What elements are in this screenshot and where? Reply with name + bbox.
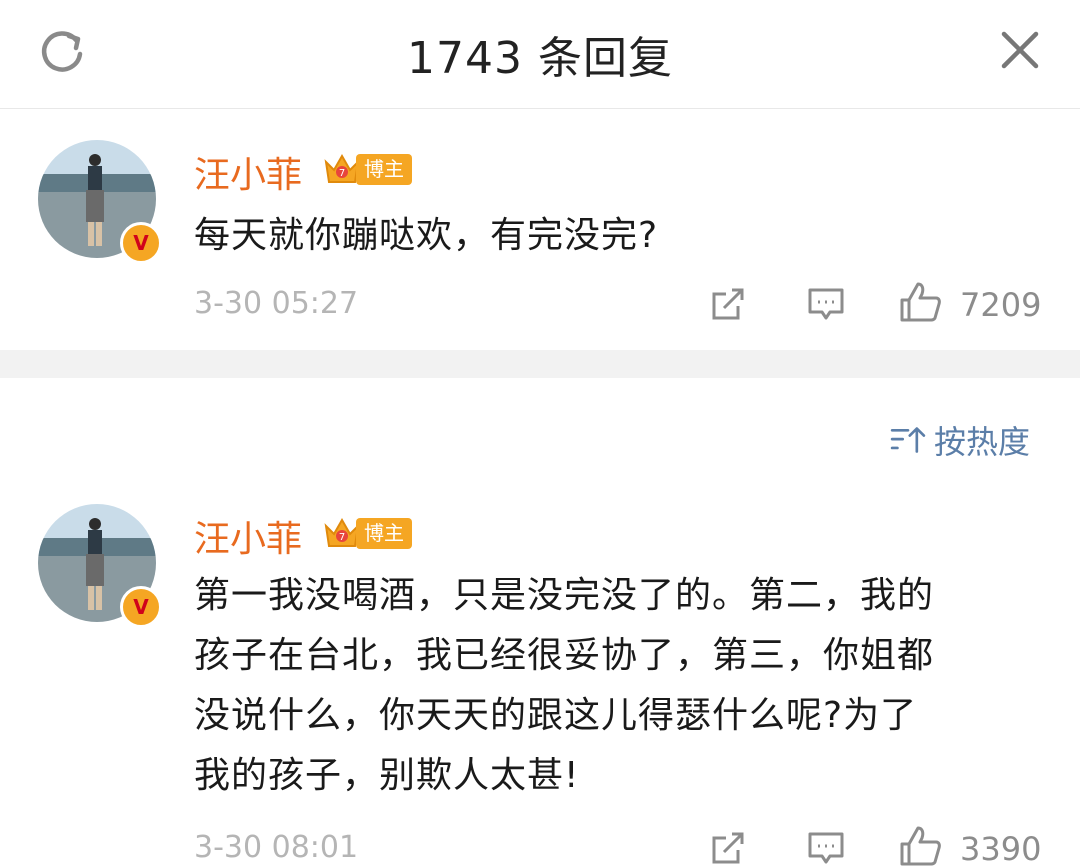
share-icon[interactable] [708, 828, 748, 868]
comment-time: 3-30 08:01 [194, 830, 359, 865]
like-count: 3390 [960, 830, 1042, 868]
like-icon[interactable] [898, 824, 942, 868]
comment-text: 第一我没喝酒，只是没完没了的。第二，我的 孩子在台北，我已经很妥协了，第三，你姐… [194, 566, 1044, 806]
verified-badge-icon: V [120, 586, 162, 628]
sort-label: 按热度 [934, 423, 1031, 461]
sort-icon [890, 427, 926, 453]
section-divider [0, 350, 1080, 378]
author-name[interactable]: 汪小菲 [194, 146, 302, 198]
share-icon[interactable] [708, 284, 748, 324]
comment-icon[interactable] [806, 284, 846, 324]
verified-badge-icon: V [120, 222, 162, 264]
comment-text-line: 没说什么，你天天的跟这儿得瑟什么呢?为了 [194, 695, 918, 736]
comment-icon[interactable] [806, 828, 846, 868]
blogger-tag-label: 博主 [356, 153, 412, 185]
blogger-tag: 7 博主 [322, 152, 412, 186]
comment-text-line: 我的孩子，别欺人太甚! [194, 755, 580, 796]
comment-text-line: 第一我没喝酒，只是没完没了的。第二，我的 [194, 575, 935, 616]
sort-by-heat-button[interactable]: 按热度 [890, 418, 1030, 462]
comment-text: 每天就你蹦哒欢，有完没完? [194, 215, 659, 256]
close-icon[interactable] [996, 26, 1044, 74]
blogger-tag: 7 博主 [322, 516, 412, 550]
comment-time: 3-30 05:27 [194, 286, 359, 321]
comment-text-line: 孩子在台北，我已经很妥协了，第三，你姐都 [194, 635, 935, 676]
svg-text:7: 7 [339, 532, 345, 543]
like-icon[interactable] [898, 280, 942, 324]
page-title: 1743 条回复 [407, 33, 673, 84]
like-count: 7209 [960, 286, 1042, 324]
blogger-tag-label: 博主 [356, 517, 412, 549]
header-bar: 1743 条回复 [0, 0, 1080, 109]
svg-text:7: 7 [339, 168, 345, 179]
author-name[interactable]: 汪小菲 [194, 510, 302, 562]
